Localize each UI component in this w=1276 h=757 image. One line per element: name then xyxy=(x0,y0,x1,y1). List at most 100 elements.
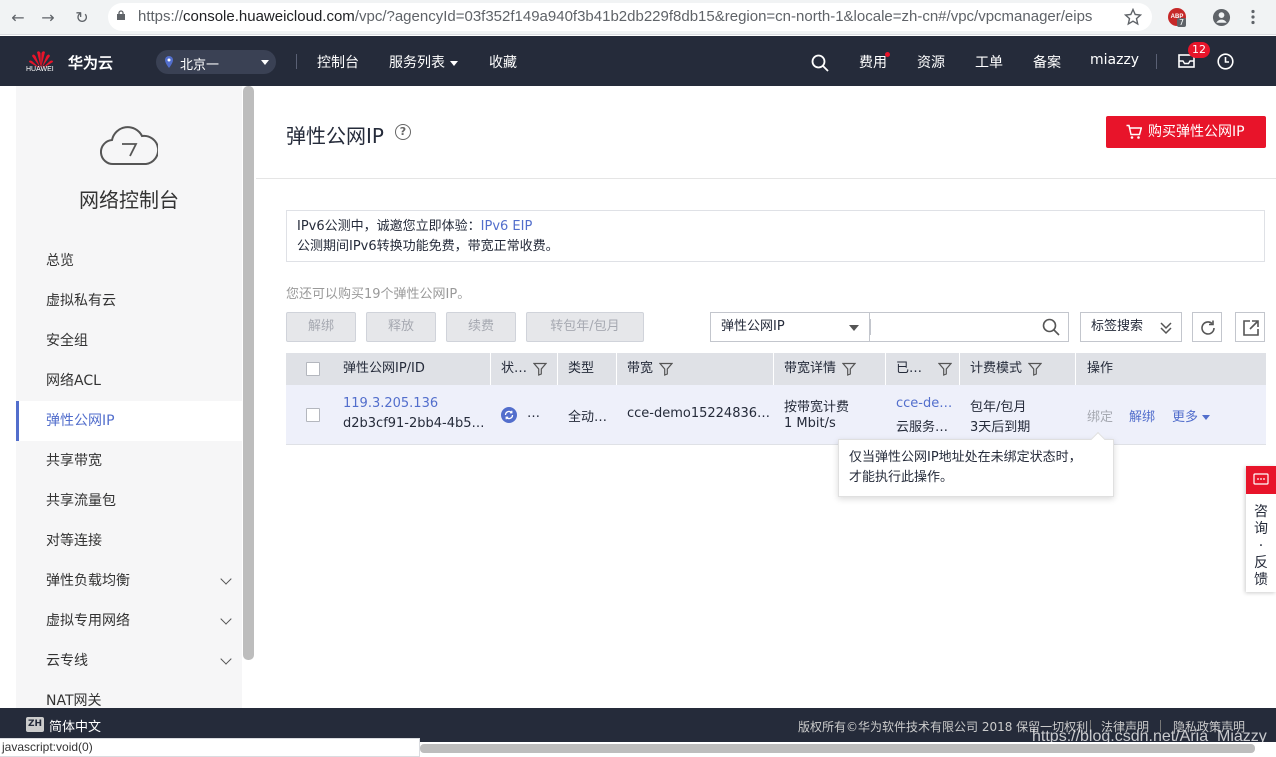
tag-search-button[interactable]: 标签搜索 xyxy=(1080,312,1182,342)
bound-instance-type: 云服务… xyxy=(896,420,949,435)
divider xyxy=(1075,353,1076,385)
reload-icon[interactable]: ↻ xyxy=(72,8,92,28)
bind-action[interactable]: 绑定 xyxy=(1087,406,1113,425)
filter-icon[interactable] xyxy=(533,362,548,376)
row-checkbox[interactable] xyxy=(306,408,320,422)
sidebar-item-shared-bandwidth[interactable]: 共享带宽 xyxy=(16,441,242,481)
filter-icon[interactable] xyxy=(842,362,857,376)
message-count-badge: 12 xyxy=(1188,42,1210,58)
sidebar-scrollbar[interactable] xyxy=(243,86,254,660)
search-field-select[interactable]: 弹性公网IP xyxy=(710,312,869,342)
feedback-widget[interactable]: 咨询 · 反馈 xyxy=(1246,466,1276,592)
release-button[interactable]: 释放 xyxy=(366,312,436,342)
unbind-action[interactable]: 解绑 xyxy=(1129,406,1155,425)
header-operation: 操作 xyxy=(1087,361,1114,376)
sidebar-item-shared-data-package[interactable]: 共享流量包 xyxy=(16,481,242,521)
bandwidth-size: 1 Mbit/s xyxy=(784,416,836,431)
lock-icon xyxy=(117,10,125,20)
nav-tickets[interactable]: 工单 xyxy=(975,52,1003,72)
header-divider xyxy=(256,178,1276,179)
divider xyxy=(557,353,558,385)
bound-instance-link[interactable]: cce-de… xyxy=(896,396,952,411)
eip-address-link[interactable]: 119.3.205.136 xyxy=(343,396,438,411)
chevron-down-icon xyxy=(1202,415,1211,420)
eip-id: d2b3cf91-2bb4-4b5… xyxy=(343,416,485,431)
clock-icon[interactable] xyxy=(1217,53,1234,70)
refresh-icon xyxy=(1201,320,1215,335)
sidebar-item-elb[interactable]: 弹性负载均衡 xyxy=(16,561,242,601)
ipv6-notice: IPv6公测中，诚邀您立即体验：IPv6 EIP 公测期间IPv6转换功能免费，… xyxy=(286,210,1265,262)
filter-icon[interactable] xyxy=(1028,362,1043,376)
tooltip-text: 仅当弹性公网IP地址处在未绑定状态时， xyxy=(849,450,1082,465)
change-to-yearly-monthly-button[interactable]: 转包年/包月 xyxy=(526,312,644,342)
sidebar-item-network-acl[interactable]: 网络ACL xyxy=(16,361,242,401)
bandwidth-billing: 按带宽计费 xyxy=(784,400,850,415)
search-icon[interactable] xyxy=(1042,318,1060,336)
sidebar-item-overview[interactable]: 总览 xyxy=(16,241,242,281)
nav-billing[interactable]: 费用 xyxy=(859,52,887,72)
filter-icon[interactable] xyxy=(659,362,674,376)
nav-console[interactable]: 控制台 xyxy=(317,52,359,72)
table-row[interactable]: 119.3.205.136 d2b3cf91-2bb4-4b5… … 全动… c… xyxy=(286,385,1266,445)
unbind-button[interactable]: 解绑 xyxy=(286,312,356,342)
region-selector[interactable]: 北京一 xyxy=(156,50,276,74)
sidebar-item-eip[interactable]: 弹性公网IP xyxy=(16,401,242,441)
header-bandwidth-details[interactable]: 带宽详情 xyxy=(784,353,857,385)
nav-service-list[interactable]: 服务列表 xyxy=(389,52,458,72)
back-icon[interactable]: ← xyxy=(8,8,28,28)
profile-icon[interactable] xyxy=(1212,8,1231,27)
forward-icon[interactable]: → xyxy=(38,8,58,28)
export-button[interactable] xyxy=(1235,312,1265,342)
sidebar-item-vpc[interactable]: 虚拟私有云 xyxy=(16,281,242,321)
sidebar-item-vpc-peering[interactable]: 对等连接 xyxy=(16,521,242,561)
nav-divider xyxy=(1156,54,1157,69)
buy-eip-button[interactable]: 购买弹性公网IP xyxy=(1106,116,1266,148)
export-icon xyxy=(1243,320,1259,336)
filter-icon[interactable] xyxy=(938,362,953,376)
chevron-down-icon xyxy=(220,573,232,585)
nav-icp-filing[interactable]: 备案 xyxy=(1033,52,1061,72)
status-text: … xyxy=(527,406,540,421)
divider xyxy=(959,353,960,385)
browser-chrome: ← → ↻ https://console.huaweicloud.com/vp… xyxy=(0,0,1276,35)
notice-text: IPv6公测中，诚邀您立即体验： xyxy=(297,219,481,234)
sidebar-item-security-group[interactable]: 安全组 xyxy=(16,321,242,361)
brand-name[interactable]: 华为云 xyxy=(68,52,113,73)
region-label: 北京一 xyxy=(180,58,220,73)
chevron-down-icon xyxy=(220,653,232,665)
sidebar-item-nat-gateway[interactable]: NAT网关 xyxy=(16,681,242,708)
type-cell: 全动… xyxy=(568,410,608,425)
divider xyxy=(870,319,871,335)
help-icon[interactable]: ? xyxy=(395,124,411,140)
browser-menu-icon[interactable] xyxy=(1250,9,1256,25)
notification-dot xyxy=(885,52,890,57)
billing-mode: 包年/包月 xyxy=(970,400,1027,415)
header-billing-mode[interactable]: 计费模式 xyxy=(970,353,1043,385)
horizontal-scrollbar[interactable] xyxy=(420,744,1255,753)
nav-favorites[interactable]: 收藏 xyxy=(489,52,517,72)
divider xyxy=(885,353,886,385)
header-bandwidth[interactable]: 带宽 xyxy=(627,353,674,385)
nav-divider xyxy=(296,54,297,69)
divider xyxy=(616,353,617,385)
language-selector[interactable]: 简体中文 xyxy=(49,716,101,735)
ipv6-eip-link[interactable]: IPv6 EIP xyxy=(481,219,533,234)
quota-text: 您还可以购买19个弹性公网IP。 xyxy=(286,287,471,302)
search-icon[interactable] xyxy=(811,54,829,72)
feedback-label: 咨询 · 反馈 xyxy=(1254,504,1268,588)
renew-button[interactable]: 续费 xyxy=(446,312,516,342)
browser-status-bar: javascript:void(0) xyxy=(0,738,420,757)
select-all-checkbox[interactable] xyxy=(306,362,320,376)
chevron-down-icon xyxy=(220,613,232,625)
page-title: 弹性公网IP xyxy=(286,124,384,148)
header-status[interactable]: 状… xyxy=(501,353,548,385)
more-actions-dropdown[interactable]: 更多 xyxy=(1172,406,1211,425)
sidebar-item-direct-connect[interactable]: 云专线 xyxy=(16,641,242,681)
user-account[interactable]: miazzy xyxy=(1090,52,1139,68)
star-icon[interactable] xyxy=(1124,8,1142,26)
nav-resources[interactable]: 资源 xyxy=(917,52,945,72)
refresh-button[interactable] xyxy=(1192,312,1222,342)
sidebar-item-vpn[interactable]: 虚拟专用网络 xyxy=(16,601,242,641)
search-input[interactable] xyxy=(869,312,1069,342)
header-bound-to[interactable]: 已… xyxy=(896,353,953,385)
